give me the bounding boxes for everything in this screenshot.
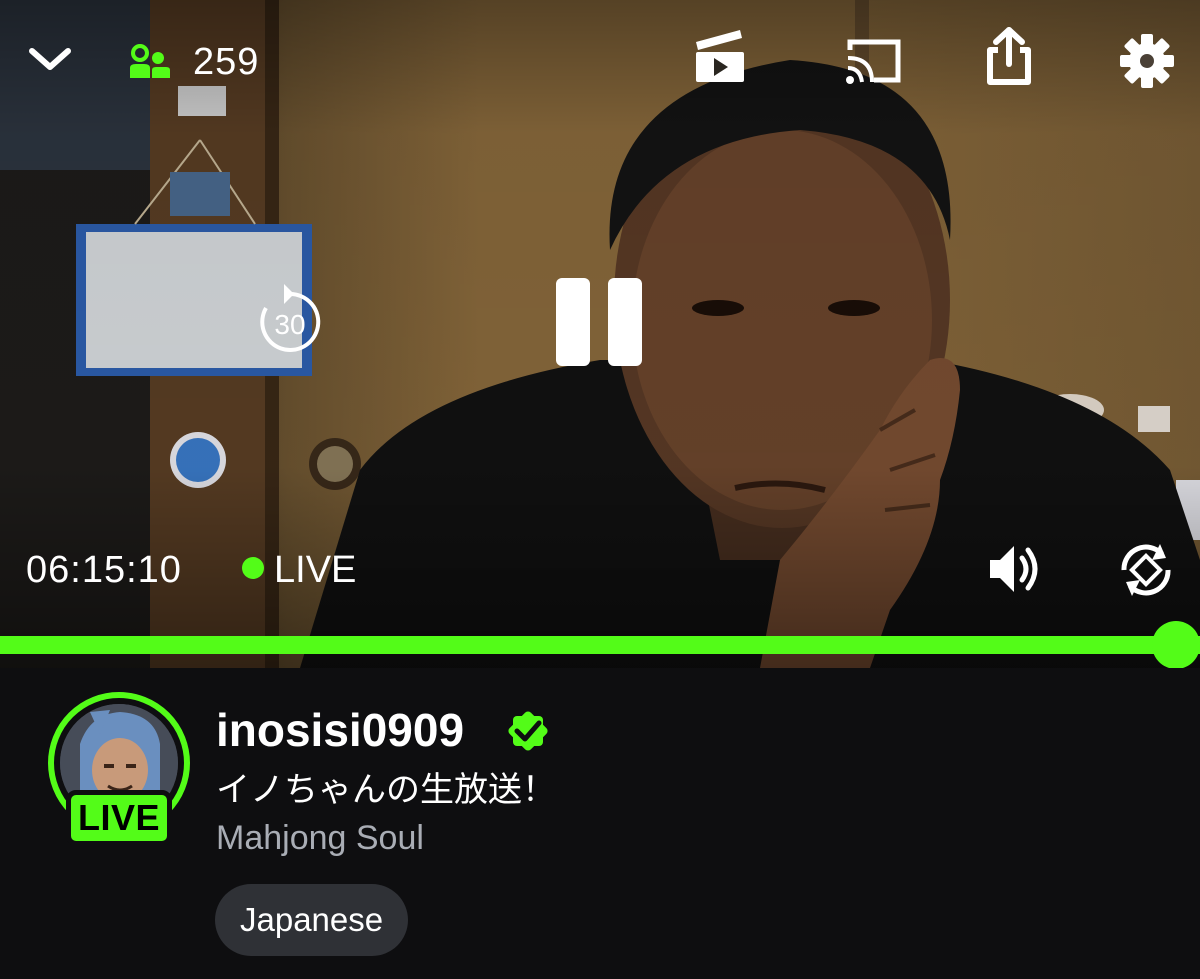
live-label[interactable]: LIVE — [274, 548, 356, 592]
viewer-count: 259 — [193, 41, 260, 83]
live-badge: LIVE — [66, 790, 172, 846]
chevron-down-icon[interactable] — [24, 40, 76, 80]
video-player[interactable]: 259 30 06:15:10 LIVE — [0, 0, 1200, 668]
stream-timecode: 06:15:10 — [26, 549, 182, 591]
rewind-30-button[interactable]: 30 — [254, 282, 326, 358]
verified-badge-icon — [503, 706, 553, 756]
rotate-icon[interactable] — [1116, 540, 1176, 600]
clip-icon[interactable] — [694, 28, 746, 84]
stream-category[interactable]: Mahjong Soul — [216, 816, 424, 860]
share-icon[interactable] — [984, 26, 1034, 86]
playback-progress-bar[interactable] — [0, 636, 1200, 654]
stream-title: イノちゃんの生放送！ — [216, 770, 556, 810]
channel-name[interactable]: inosisi0909 — [216, 702, 464, 758]
viewers-icon — [128, 44, 172, 82]
playback-scrubber-handle[interactable] — [1152, 621, 1200, 668]
pause-button[interactable] — [554, 276, 646, 368]
gear-icon[interactable] — [1118, 32, 1176, 90]
cast-icon[interactable] — [844, 38, 902, 84]
rewind-seconds-label: 30 — [274, 309, 306, 340]
volume-icon[interactable] — [986, 540, 1046, 598]
live-indicator-dot — [242, 557, 264, 579]
tag-chip[interactable]: Japanese — [215, 884, 409, 956]
